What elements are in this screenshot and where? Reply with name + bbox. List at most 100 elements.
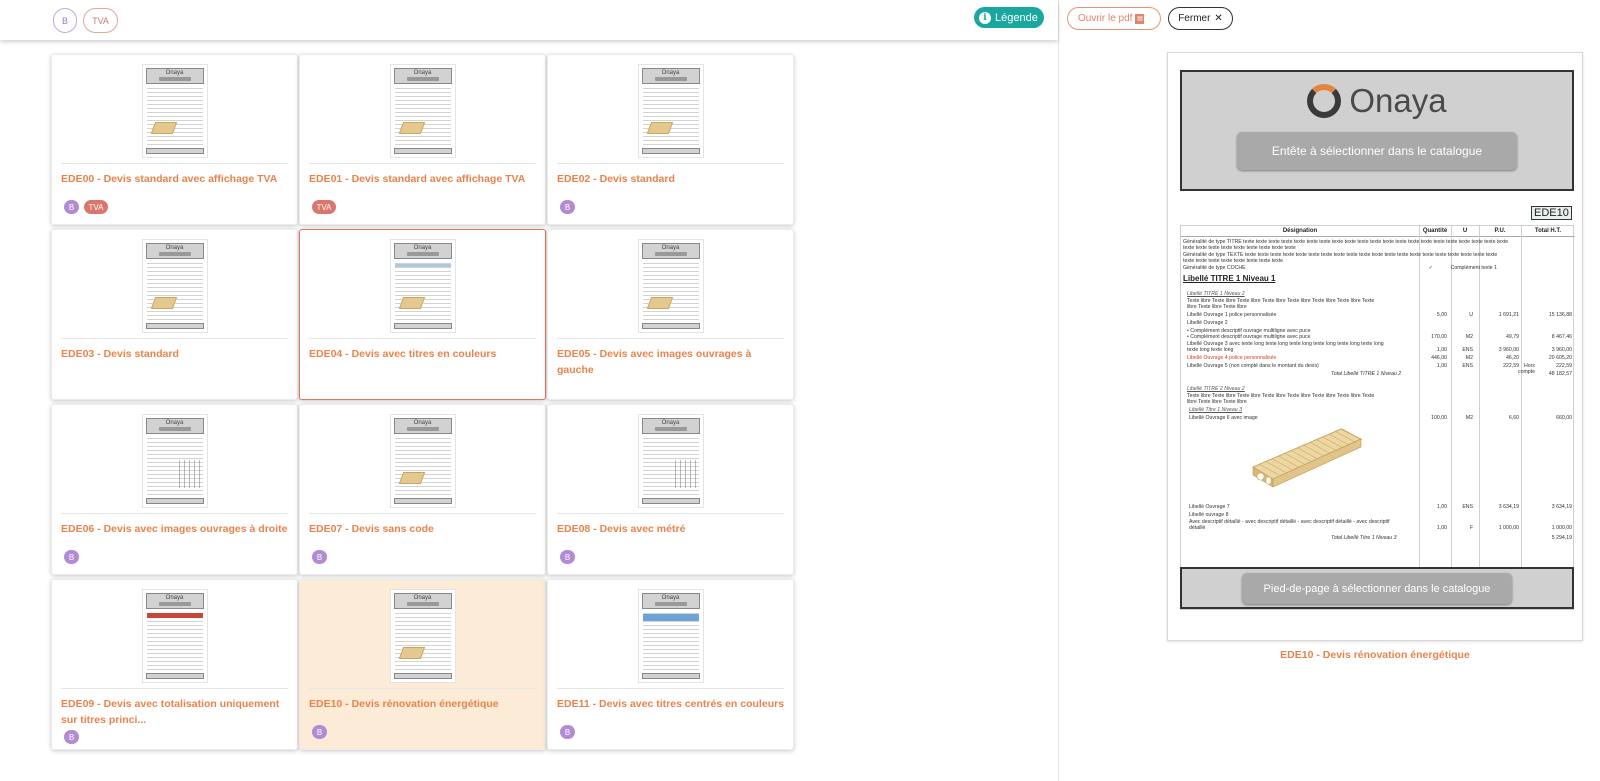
table-row-text: Libellé Ouvrage 1 police personnalisée: [1187, 312, 1277, 318]
template-card-title: EDE10 - Devis rénovation énergétique: [309, 698, 499, 710]
thumb-logo: Onaya: [661, 595, 680, 601]
table-row-text: Libellé Ouvrage 7: [1189, 504, 1230, 510]
table-cell: 3 634,19: [1551, 504, 1572, 510]
table-cell: ENS: [1462, 363, 1473, 369]
template-card[interactable]: Onaya EDE00 - Devis standard avec afficha…: [51, 54, 298, 225]
table-cell: M2: [1465, 334, 1473, 340]
table-cell: 8 467,46: [1551, 334, 1572, 340]
table-cell: 1 000,00: [1551, 525, 1572, 531]
table-row-text: texte long texte long: [1187, 347, 1234, 353]
thumb-logo: Onaya: [661, 420, 680, 426]
document-preview: Onaya Entête à sélectionner dans le cata…: [1167, 52, 1583, 641]
table-row-text: Libellé TITRE 1 Niveau 2: [1187, 291, 1245, 297]
template-thumbnail: Onaya: [389, 589, 456, 683]
header-select-button[interactable]: Entête à sélectionner dans le catalogue: [1237, 132, 1517, 170]
onaya-logo-icon: [1307, 84, 1342, 118]
table-cell: 49,79: [1506, 334, 1519, 340]
table-cell: M2: [1465, 355, 1473, 361]
table-cell: 1,00: [1436, 525, 1447, 531]
filter-chip-b[interactable]: B: [53, 8, 77, 33]
table-cell: U: [1469, 312, 1473, 318]
footer-select-button[interactable]: Pied-de-page à sélectionner dans le cata…: [1242, 573, 1512, 604]
table-cell: Hors compte: [1517, 363, 1535, 375]
table-row-text: Libellé Ouvrage 4 police personnalisée: [1187, 355, 1277, 361]
template-card-title: EDE07 - Devis sans code: [309, 523, 434, 535]
table-cell: 46,20: [1506, 355, 1519, 361]
table-header-cell: Désignation: [1181, 226, 1419, 237]
template-card-title: EDE09 - Devis avec totalisation uniqueme…: [61, 698, 280, 726]
table-cell: ENS: [1462, 504, 1473, 510]
open-pdf-button[interactable]: Ouvrir le pdf ▤: [1067, 7, 1161, 30]
template-card-title: EDE00 - Devis standard avec affichage TV…: [61, 173, 278, 185]
table-row-text: Libellé TITRE 1 Niveau 1: [1183, 274, 1276, 283]
template-card-title: EDE04 - Devis avec titres en couleurs: [309, 348, 497, 360]
table-row-text: Libellé Titre 1 Niveau 3: [1189, 407, 1243, 413]
filter-bar: B TVA i Légende: [0, 0, 1058, 40]
preview-code: EDE10: [1531, 206, 1572, 220]
thumb-logo: Onaya: [413, 420, 432, 426]
close-button[interactable]: Fermer ✕: [1168, 7, 1233, 30]
template-card[interactable]: Onaya EDE10 - Devis rénovation énergétiqu…: [299, 579, 546, 750]
table-cell: ENS: [1462, 347, 1473, 353]
table-header-cell: Quantité: [1419, 226, 1451, 237]
template-card[interactable]: Onaya EDE07 - Devis sans code B: [299, 404, 546, 575]
table-row-text: Total Libellé TITRE 1 Niveau 2: [1331, 371, 1402, 377]
table-header-cell: P.U.: [1479, 226, 1521, 237]
legend-label: Légende: [995, 11, 1038, 24]
template-gallery-pane: B TVA i Légende Onaya EDE00 - Devis stand…: [0, 0, 1058, 781]
template-card[interactable]: Onaya EDE01 - Devis standard avec afficha…: [299, 54, 546, 225]
thumb-logo: Onaya: [413, 595, 432, 601]
tag-tva-badge: TVA: [84, 200, 108, 214]
table-cell: Complément texte 1: [1450, 265, 1497, 271]
table-row-text: libre Texte libre Texte libre: [1187, 304, 1247, 310]
table-cell: 3 634,19: [1498, 504, 1519, 510]
template-card-title: EDE06 - Devis avec images ouvrages à dro…: [61, 523, 288, 535]
table-cell: M2: [1465, 415, 1473, 421]
template-card[interactable]: Onaya EDE06 - Devis avec images ouvrages …: [51, 404, 298, 575]
template-card[interactable]: Onaya EDE05 - Devis avec images ouvrages …: [547, 229, 794, 400]
template-card[interactable]: Onaya EDE08 - Devis avec métré B: [547, 404, 794, 575]
table-header-cell: Total H.T.: [1521, 226, 1575, 237]
template-thumbnail: Onaya: [637, 414, 704, 508]
template-thumbnail: Onaya: [141, 239, 208, 333]
thumb-logo: Onaya: [165, 595, 184, 601]
template-card[interactable]: Onaya EDE11 - Devis avec titres centrés e…: [547, 579, 794, 750]
thumb-logo: Onaya: [413, 245, 432, 251]
table-cell: 3 960,00: [1498, 347, 1519, 353]
table-row-text: libre Texte libre Texte libre: [1187, 399, 1247, 405]
template-card[interactable]: Onaya EDE03 - Devis standard: [51, 229, 298, 400]
template-card[interactable]: Onaya EDE09 - Devis avec totalisation uni…: [51, 579, 298, 750]
template-card[interactable]: Onaya EDE04 - Devis avec titres en couleu…: [299, 229, 546, 400]
template-card[interactable]: Onaya EDE02 - Devis standard B: [547, 54, 794, 225]
table-cell: 6,60: [1508, 415, 1519, 421]
tag-b-badge: B: [64, 730, 79, 744]
template-thumbnail: Onaya: [141, 589, 208, 683]
table-cell: 1 691,21: [1498, 312, 1519, 318]
filter-chip-tva[interactable]: TVA: [83, 8, 118, 33]
info-icon: i: [979, 11, 991, 24]
onaya-logo: Onaya: [1182, 82, 1572, 120]
table-row-text: Libellé Ouvrage 5 (non compté dans le mo…: [1187, 363, 1319, 369]
template-card-title: EDE01 - Devis standard avec affichage TV…: [309, 173, 526, 185]
tag-tva-badge: TVA: [312, 200, 336, 214]
template-card-title: EDE11 - Devis avec titres centrés en cou…: [557, 698, 785, 710]
table-row-text: • Complément descriptif ouvrage multilig…: [1187, 334, 1311, 340]
table-cell: 222,59: [1503, 363, 1519, 369]
tag-b-badge: B: [560, 200, 575, 214]
thumb-logo: Onaya: [165, 245, 184, 251]
legend-button[interactable]: i Légende: [974, 7, 1044, 28]
table-cell: ✓: [1428, 265, 1433, 271]
table-row-text: Généralité de type COCHE: [1183, 265, 1246, 271]
thumb-logo: Onaya: [165, 70, 184, 76]
preview-header: Onaya Entête à sélectionner dans le cata…: [1180, 70, 1574, 191]
preview-caption: EDE10 - Devis rénovation énergétique: [1280, 649, 1470, 661]
open-pdf-label: Ouvrir le pdf: [1078, 13, 1133, 24]
table-header-cell: U: [1451, 226, 1479, 237]
floor-beam-image: [1252, 428, 1363, 488]
table-row-text: Libellé ouvrage 8: [1189, 512, 1229, 518]
table-cell: 100,00: [1431, 415, 1447, 421]
table-cell: 660,00: [1556, 415, 1572, 421]
table-cell: 1,00: [1436, 504, 1447, 510]
quote-table: Désignation Quantité U P.U. Total H.T. Généra…: [1180, 225, 1575, 610]
close-label: Fermer: [1178, 13, 1211, 24]
